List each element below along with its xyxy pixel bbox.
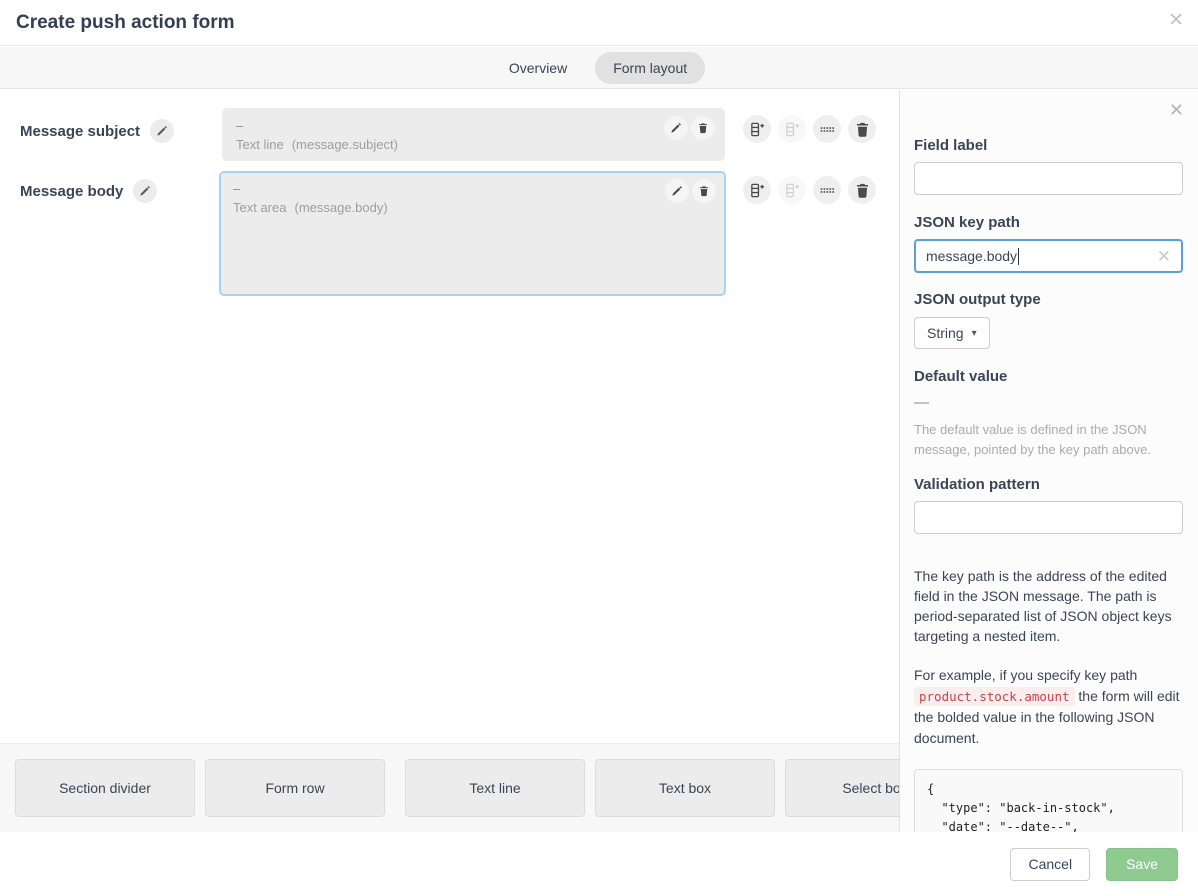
field-card-message-subject[interactable]: – Text line (message.subject) (222, 108, 725, 161)
remove-column-button (778, 115, 806, 143)
create-push-action-form-modal: Create push action form ✕ Overview Form … (0, 0, 1198, 896)
edit-field-button[interactable] (664, 116, 688, 140)
json-key-path-value: message.body (926, 248, 1017, 264)
add-column-button[interactable] (743, 115, 771, 143)
remove-column-icon (784, 121, 801, 138)
palette-item-select-box[interactable]: Select box (785, 759, 899, 817)
palette-item-text-box[interactable]: Text box (595, 759, 775, 817)
close-icon[interactable]: ✕ (1168, 11, 1184, 30)
drag-row-handle[interactable] (813, 176, 841, 204)
field-type: Text area (233, 200, 286, 215)
pencil-icon (671, 185, 683, 197)
drag-handle-icon (819, 182, 836, 199)
remove-column-button (778, 176, 806, 204)
save-button[interactable]: Save (1106, 848, 1178, 881)
add-column-icon (749, 121, 766, 138)
palette-item-section-divider[interactable]: Section divider (15, 759, 195, 817)
json-output-type-heading: JSON output type (914, 291, 1183, 308)
pencil-icon (156, 125, 168, 137)
cancel-button[interactable]: Cancel (1010, 848, 1090, 881)
field-default-dash: – (233, 181, 712, 197)
row-actions (743, 176, 876, 204)
add-column-icon (749, 182, 766, 199)
chevron-down-icon: ▾ (972, 328, 977, 339)
tab-bar: Overview Form layout (0, 47, 1198, 89)
row-label: Message body (20, 183, 123, 200)
tab-form-layout[interactable]: Form layout (595, 52, 705, 84)
pencil-icon (139, 185, 151, 197)
delete-field-button[interactable] (691, 116, 715, 140)
field-meta: Text area (message.body) (233, 199, 712, 217)
field-meta: Text line (message.subject) (236, 136, 711, 154)
delete-row-button[interactable] (848, 176, 876, 204)
json-key-path-input[interactable]: message.body ✕ (914, 239, 1183, 273)
field-key-path: (message.body) (294, 200, 387, 215)
field-label-heading: Field label (914, 137, 1183, 154)
trash-icon (697, 122, 709, 134)
modal-content: Message subject – Text line (message.subj… (0, 90, 1198, 832)
json-output-type-value: String (927, 325, 964, 341)
drag-row-handle[interactable] (813, 115, 841, 143)
page-title: Create push action form (16, 12, 235, 34)
field-editor-panel: ✕ Field label JSON key path message.body… (899, 90, 1198, 832)
row-label: Message subject (20, 123, 140, 140)
key-path-help-paragraph: The key path is the address of the edite… (914, 566, 1183, 646)
field-default-dash: – (236, 118, 711, 134)
default-value-help: The default value is defined in the JSON… (914, 420, 1183, 460)
key-path-example-paragraph: For example, if you specify key path pro… (914, 665, 1183, 749)
form-builder-canvas: Message subject – Text line (message.subj… (0, 90, 899, 832)
field-type-palette: Section divider Form row Text line Text … (0, 743, 899, 832)
row-actions (743, 115, 876, 143)
field-label-input[interactable] (914, 162, 1183, 195)
trash-icon (854, 182, 871, 199)
text-cursor (1018, 248, 1019, 265)
inline-code-key-path: product.stock.amount (914, 687, 1075, 706)
modal-header: Create push action form ✕ (0, 0, 1198, 46)
json-output-type-dropdown[interactable]: String ▾ (914, 317, 990, 349)
json-key-path-heading: JSON key path (914, 214, 1183, 231)
json-example-code-block: { "type": "back-in-stock", "date": "--da… (914, 769, 1183, 832)
default-value-heading: Default value (914, 368, 1183, 385)
form-row-label-message-subject: Message subject (20, 119, 174, 143)
remove-column-icon (784, 182, 801, 199)
clear-input-icon[interactable]: ✕ (1157, 248, 1171, 265)
trash-icon (854, 121, 871, 138)
palette-item-form-row[interactable]: Form row (205, 759, 385, 817)
drag-handle-icon (819, 121, 836, 138)
delete-row-button[interactable] (848, 115, 876, 143)
edit-field-button[interactable] (665, 179, 689, 203)
field-type: Text line (236, 137, 284, 152)
panel-close-icon[interactable]: ✕ (1169, 101, 1184, 119)
edit-row-label-button[interactable] (133, 179, 157, 203)
form-row-label-message-body: Message body (20, 179, 157, 203)
trash-icon (698, 185, 710, 197)
field-card-buttons (664, 116, 715, 140)
delete-field-button[interactable] (692, 179, 716, 203)
field-card-buttons (665, 179, 716, 203)
default-value-display: — (914, 394, 1183, 411)
palette-item-text-line[interactable]: Text line (405, 759, 585, 817)
validation-pattern-input[interactable] (914, 501, 1183, 534)
field-card-message-body-selected[interactable]: – Text area (message.body) (219, 171, 726, 296)
pencil-icon (670, 122, 682, 134)
add-column-button[interactable] (743, 176, 771, 204)
modal-footer: Cancel Save (0, 832, 1198, 896)
field-key-path: (message.subject) (292, 137, 398, 152)
edit-row-label-button[interactable] (150, 119, 174, 143)
validation-pattern-heading: Validation pattern (914, 476, 1183, 493)
tab-overview[interactable]: Overview (493, 52, 583, 84)
